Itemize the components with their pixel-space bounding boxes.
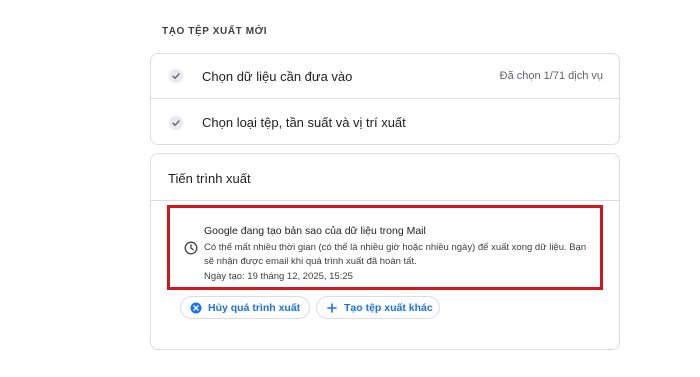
export-status-highlight: Google đang tạo bản sao của dữ liệu tron…: [167, 205, 603, 290]
created-date: Ngày tạo: 19 tháng 12, 2025, 15:25: [204, 271, 353, 282]
section-title: TẠO TỆP XUẤT MỚI: [162, 26, 268, 37]
cancel-circle-icon: [190, 302, 202, 314]
divider: [151, 200, 619, 201]
status-heading: Google đang tạo bản sao của dữ liệu tron…: [204, 225, 426, 237]
export-steps-card: Chọn dữ liệu cần đưa vào Đã chọn 1/71 dị…: [150, 53, 620, 145]
new-export-label: Tạo tệp xuất khác: [344, 301, 433, 314]
step-label: Chọn dữ liệu cần đưa vào: [202, 68, 353, 84]
cancel-export-label: Hủy quá trình xuất: [208, 301, 301, 314]
step-status: Đã chọn 1/71 dịch vụ: [499, 70, 603, 82]
check-icon: [169, 115, 183, 130]
status-description: Có thể mất nhiều thời gian (có thể là nh…: [204, 242, 587, 267]
step-select-data[interactable]: Chọn dữ liệu cần đưa vào Đã chọn 1/71 dị…: [151, 54, 619, 99]
step-file-type[interactable]: Chọn loại tệp, tần suất và vị trí xuất: [151, 100, 619, 145]
plus-icon: [326, 302, 338, 314]
cancel-export-button[interactable]: Hủy quá trình xuất: [180, 296, 310, 319]
export-progress-card: Tiến trình xuất Google đang tạo bản sao …: [150, 153, 620, 350]
new-export-button[interactable]: Tạo tệp xuất khác: [316, 296, 440, 319]
clock-icon: [184, 241, 198, 255]
step-label: Chọn loại tệp, tần suất và vị trí xuất: [202, 115, 406, 130]
check-icon: [169, 69, 183, 83]
takeout-export-page: TẠO TỆP XUẤT MỚI Chọn dữ liệu cần đưa và…: [0, 0, 700, 377]
progress-title: Tiến trình xuất: [168, 171, 251, 186]
